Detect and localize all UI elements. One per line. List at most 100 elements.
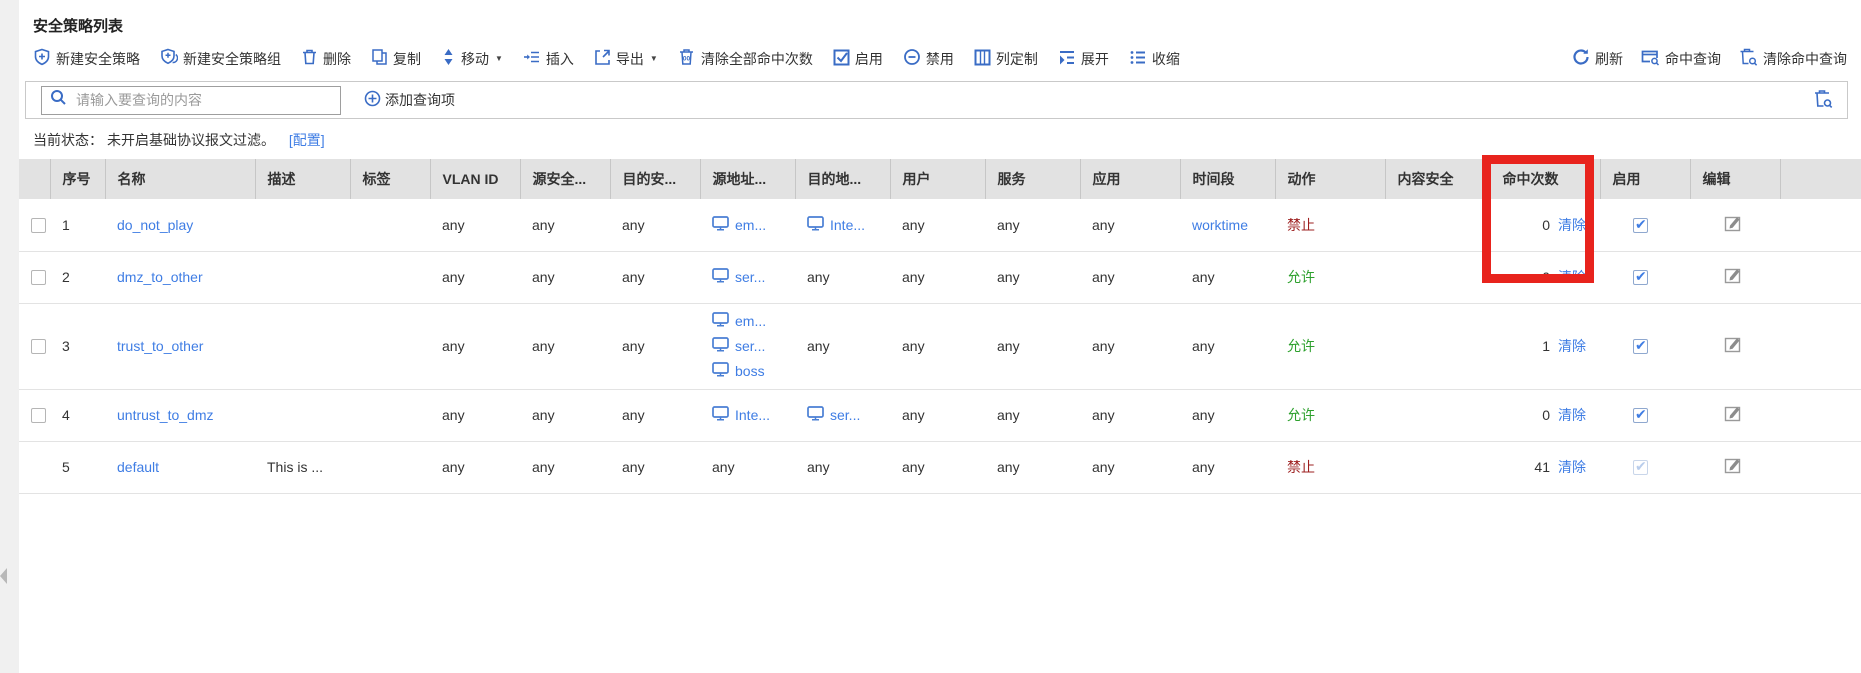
cell-user: any: [890, 199, 985, 251]
src-address-link[interactable]: ser...: [735, 338, 765, 354]
cell-src-address: any: [700, 441, 795, 493]
header-edit: 编辑: [1690, 159, 1780, 199]
src-address-link[interactable]: Inte...: [735, 407, 770, 423]
src-address-link[interactable]: em...: [735, 217, 766, 233]
policy-name-link[interactable]: dmz_to_other: [117, 269, 203, 285]
header-src-zone: 源安全...: [520, 159, 610, 199]
enable-checkbox[interactable]: [1633, 408, 1648, 423]
shield-plus-icon: [33, 48, 51, 69]
cell-time-range: any: [1180, 441, 1275, 493]
cell-dst-zone: any: [610, 251, 700, 303]
clear-all-hits-button[interactable]: 00 清除全部命中次数: [678, 48, 813, 69]
hit-count-value: 1: [1542, 338, 1550, 354]
new-policy-button[interactable]: 新建安全策略: [33, 48, 140, 69]
disable-button[interactable]: 禁用: [903, 48, 954, 69]
policy-name-link[interactable]: trust_to_other: [117, 338, 203, 354]
edit-button[interactable]: [1724, 456, 1743, 478]
host-monitor-icon: [712, 268, 729, 286]
cell-content-security: [1385, 251, 1490, 303]
policy-table: 序号 名称 描述 标签 VLAN ID 源安全... 目的安... 源地址...…: [19, 159, 1861, 494]
clear-hits-link[interactable]: 清除: [1558, 459, 1586, 475]
header-time-range: 时间段: [1180, 159, 1275, 199]
table-row: 3 trust_to_other any any any em... ser..…: [19, 303, 1861, 389]
hit-count-value: 0: [1542, 407, 1550, 423]
src-address-link[interactable]: ser...: [735, 269, 765, 285]
dst-address-link[interactable]: ser...: [830, 407, 860, 423]
export-button[interactable]: 导出 ▼: [594, 48, 658, 69]
cell-content-security: [1385, 441, 1490, 493]
policy-name-link[interactable]: untrust_to_dmz: [117, 407, 214, 423]
edit-button[interactable]: [1724, 335, 1743, 357]
clear-query-button[interactable]: [1813, 89, 1833, 111]
toolbar-right-group: 刷新 命中查询 清除命中查询: [1572, 48, 1847, 69]
edit-button[interactable]: [1724, 404, 1743, 426]
panel-collapse-handle[interactable]: [0, 568, 7, 584]
header-description: 描述: [255, 159, 350, 199]
header-user: 用户: [890, 159, 985, 199]
search-input[interactable]: [74, 91, 332, 109]
clear-hits-link[interactable]: 清除: [1558, 217, 1586, 233]
expand-button[interactable]: 展开: [1058, 49, 1109, 69]
src-address-link[interactable]: boss: [735, 363, 765, 379]
row-checkbox[interactable]: [31, 339, 46, 354]
page-title: 安全策略列表: [19, 0, 1861, 48]
cell-user: any: [890, 389, 985, 441]
copy-icon: [371, 48, 388, 69]
enable-checkbox[interactable]: [1633, 218, 1648, 233]
header-filler: [1780, 159, 1861, 199]
clear-hits-link[interactable]: 清除: [1558, 338, 1586, 354]
copy-button[interactable]: 复制: [371, 48, 421, 69]
table-row: 1 do_not_play any any any em... Inte... …: [19, 199, 1861, 251]
header-tag: 标签: [350, 159, 430, 199]
row-checkbox[interactable]: [31, 270, 46, 285]
dst-address-link[interactable]: Inte...: [830, 217, 865, 233]
refresh-icon: [1572, 48, 1590, 69]
cell-description: [255, 199, 350, 251]
time-range-link[interactable]: worktime: [1192, 217, 1248, 233]
row-checkbox[interactable]: [31, 218, 46, 233]
move-button[interactable]: 移动 ▼: [441, 48, 503, 69]
header-dst-zone: 目的安...: [610, 159, 700, 199]
policy-name-link[interactable]: do_not_play: [117, 217, 193, 233]
cell-tag: [350, 251, 430, 303]
cell-time-range: any: [1180, 303, 1275, 389]
cell-service: any: [985, 389, 1080, 441]
edit-button[interactable]: [1724, 266, 1743, 288]
src-address-link[interactable]: em...: [735, 313, 766, 329]
enable-button[interactable]: 启用: [833, 49, 883, 69]
cell-service: any: [985, 251, 1080, 303]
configure-link[interactable]: [配置]: [289, 132, 325, 148]
cell-app: any: [1080, 199, 1180, 251]
edit-button[interactable]: [1724, 214, 1743, 236]
header-seq: 序号: [50, 159, 105, 199]
cell-user: any: [890, 251, 985, 303]
add-query-item-button[interactable]: 添加查询项: [358, 89, 461, 111]
cell-user: any: [890, 303, 985, 389]
insert-button[interactable]: 插入: [523, 48, 574, 69]
clear-hit-query-icon: [1739, 48, 1758, 69]
host-monitor-icon: [712, 406, 729, 424]
cell-tag: [350, 303, 430, 389]
new-policy-group-button[interactable]: 新建安全策略组: [160, 48, 281, 69]
enable-checkbox[interactable]: [1633, 339, 1648, 354]
toolbar-left-group: 新建安全策略 新建安全策略组 删除 复制 移动 ▼ 插入: [33, 48, 1180, 69]
clear-hit-query-button[interactable]: 清除命中查询: [1739, 48, 1847, 69]
column-customize-button[interactable]: 列定制: [974, 49, 1038, 69]
cell-src-zone: any: [520, 389, 610, 441]
hit-query-button[interactable]: 命中查询: [1641, 48, 1721, 69]
search-input-box[interactable]: [41, 86, 341, 115]
enable-checkbox-icon: [833, 49, 850, 69]
cell-time-range: any: [1180, 389, 1275, 441]
header-content-security: 内容安全: [1385, 159, 1490, 199]
clear-hits-link[interactable]: 清除: [1558, 269, 1586, 285]
collapse-button[interactable]: 收缩: [1129, 49, 1180, 69]
row-checkbox[interactable]: [31, 408, 46, 423]
cell-service: any: [985, 303, 1080, 389]
policy-name-link[interactable]: default: [117, 459, 159, 475]
refresh-button[interactable]: 刷新: [1572, 48, 1623, 69]
enable-checkbox[interactable]: [1633, 270, 1648, 285]
chevron-down-icon: ▼: [650, 54, 658, 63]
cell-seq: 4: [50, 389, 105, 441]
clear-hits-link[interactable]: 清除: [1558, 407, 1586, 423]
delete-button[interactable]: 删除: [301, 48, 351, 69]
